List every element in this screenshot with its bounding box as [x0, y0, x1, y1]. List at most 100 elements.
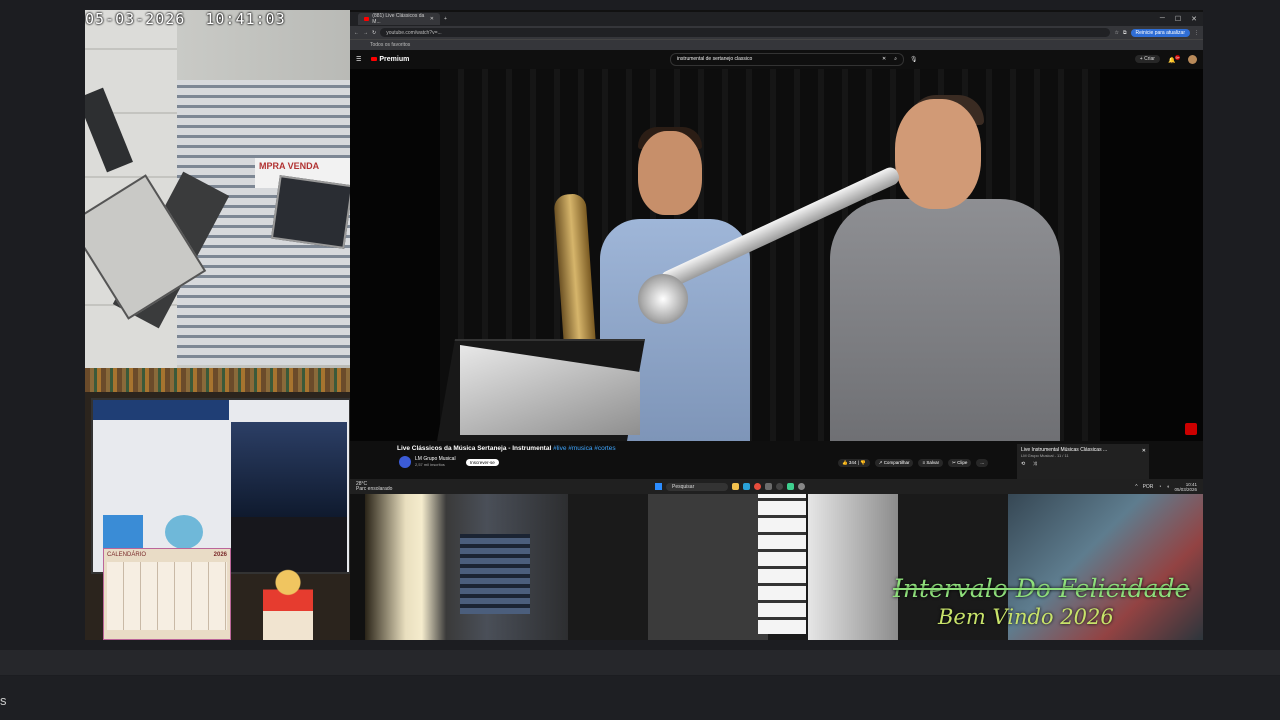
- start-menu-icon[interactable]: [655, 483, 662, 490]
- calendar-year: 2026: [213, 552, 227, 558]
- app-status-bar: [0, 650, 1280, 675]
- tray-chevron-icon[interactable]: ^: [1135, 484, 1137, 490]
- monitor-video: [231, 422, 347, 517]
- menu-kebab-icon[interactable]: ⋮: [1194, 30, 1199, 36]
- volume-icon[interactable]: ◖: [1166, 484, 1169, 490]
- new-tab-icon[interactable]: +: [444, 16, 447, 22]
- stream-canvas: MPRA VENDA 05-03-2026 10:41:03 (881) Liv…: [85, 10, 1203, 640]
- store-icon[interactable]: [765, 483, 772, 490]
- close-window-icon[interactable]: ✕: [1191, 15, 1197, 23]
- clock[interactable]: 10:41 05/03/2026: [1174, 482, 1197, 492]
- clear-search-icon[interactable]: ✕: [882, 56, 886, 62]
- video-player[interactable]: [350, 69, 1203, 441]
- save-button[interactable]: ≡ Salvar: [918, 459, 944, 467]
- reload-icon[interactable]: ↻: [372, 30, 376, 36]
- edge-icon[interactable]: [743, 483, 750, 490]
- video-title-text: Live Clássicos da Música Sertaneja - Ins…: [397, 445, 552, 452]
- monitor-webpage-header: [93, 400, 229, 420]
- camera-feed-workshop: MPRA VENDA 05-03-2026 10:41:03: [85, 10, 350, 368]
- camera-feed-room: [365, 494, 568, 640]
- share-label: Compartilhar: [883, 460, 910, 465]
- create-button[interactable]: + Criar: [1134, 55, 1160, 63]
- playlist-controls: ⟲ ⤨: [1021, 461, 1145, 467]
- overlay-title: Intervalo Do Felicidade: [893, 574, 1190, 603]
- app-bottom-panel: [0, 676, 1280, 720]
- camera-timestamp: 05-03-2026 10:41:03: [85, 10, 286, 28]
- shuffle-icon[interactable]: ⤨: [1033, 461, 1037, 467]
- channel-watermark-icon: [1185, 423, 1197, 435]
- notification-badge: 9+: [1175, 54, 1180, 60]
- search-query: instrumental de sertanejo classico: [677, 56, 753, 62]
- back-icon[interactable]: ←: [354, 30, 359, 36]
- video-actions: 👍 344 | 👎 ↗ Compartilhar ≡ Salvar ✂ Clip…: [838, 459, 989, 467]
- close-tab-icon[interactable]: ✕: [430, 16, 434, 22]
- youtube-header: ☰ Premium instrumental de sertanejo clas…: [350, 50, 1203, 68]
- search-icon[interactable]: ⌕: [894, 56, 897, 62]
- tab-youtube[interactable]: (881) Live Clássicos da M... ✕: [358, 13, 440, 25]
- taskbar-center: Pesquisar: [655, 482, 805, 491]
- playlist-channel: LM Grupo Musical - 11 / 11: [1021, 453, 1069, 458]
- maximize-icon[interactable]: ☐: [1175, 15, 1181, 23]
- notifications-bell-icon[interactable]: 🔔9+: [1168, 54, 1180, 64]
- mini-playlist-panel[interactable]: Live Instrumental Músicas Clássicas ... …: [1017, 444, 1149, 484]
- hanging-laptop-dark: [270, 175, 350, 249]
- extensions-icon[interactable]: ⧉: [1123, 30, 1127, 36]
- like-count: 344: [848, 460, 857, 465]
- microphone-icon[interactable]: 🎙: [910, 56, 918, 63]
- overlay-subtitle: Bem Vindo 2026: [938, 605, 1114, 629]
- hamburger-menu-icon[interactable]: ☰: [356, 56, 361, 63]
- video-hashtags[interactable]: #live #musica #cortes: [553, 445, 616, 452]
- clip-label: Clipe: [957, 460, 968, 465]
- youtube-brand: Premium: [379, 55, 410, 63]
- bookmark-item[interactable]: Todos os favoritos: [370, 42, 410, 48]
- account-avatar[interactable]: [1188, 54, 1197, 64]
- toy-figure: [263, 568, 313, 640]
- clip-button[interactable]: ✂ Clipe: [948, 459, 972, 467]
- youtube-search-input[interactable]: instrumental de sertanejo classico ✕ ⌕: [670, 52, 904, 66]
- monitor-dark-panel: [231, 517, 347, 572]
- windows-taskbar: 28°C Parc ensolarado Pesquisar ^ POR ◔ ◖…: [350, 479, 1203, 494]
- wall-calendar: CALENDÁRIO 2026: [103, 548, 231, 640]
- channel-info: LM Grupo Musical 2,57 mil inscritos: [415, 456, 456, 468]
- obs-icon[interactable]: [776, 483, 783, 490]
- subscribe-button[interactable]: Inscrever-se: [466, 459, 499, 466]
- minimize-icon[interactable]: ─: [1160, 15, 1165, 23]
- bottom-edge-label: s: [0, 693, 7, 708]
- url-field[interactable]: youtube.com/watch?v=...: [380, 28, 1111, 37]
- tab-title: (881) Live Clássicos da M...: [372, 13, 425, 25]
- close-playlist-icon[interactable]: ✕: [1142, 448, 1146, 454]
- calendar-grid: [107, 562, 227, 630]
- language-indicator[interactable]: POR: [1143, 484, 1154, 490]
- clock-date: 05/03/2026: [1174, 486, 1197, 492]
- youtube-play-icon: [371, 57, 378, 61]
- channel-avatar[interactable]: [399, 456, 411, 468]
- barred-window: [758, 494, 806, 634]
- file-explorer-icon[interactable]: [732, 483, 739, 490]
- subscriber-count: 2,57 mil inscritos: [415, 462, 445, 467]
- wifi-icon[interactable]: ◔: [1158, 484, 1161, 490]
- create-label: Criar: [1144, 56, 1155, 62]
- chrome-icon[interactable]: [754, 483, 761, 490]
- update-button[interactable]: Reinicie para atualizar: [1130, 28, 1190, 37]
- youtube-logo[interactable]: Premium: [371, 56, 409, 63]
- tab-strip: (881) Live Clássicos da M... ✕ + ─ ☐ ✕: [350, 12, 1203, 26]
- bookmark-star-icon[interactable]: ☆: [1114, 30, 1118, 36]
- loop-icon[interactable]: ⟲: [1021, 461, 1025, 467]
- address-bar-row: ← → ↻ youtube.com/watch?v=... ☆ ⧉ Reinic…: [350, 26, 1203, 39]
- share-button[interactable]: ↗ Compartilhar: [874, 459, 914, 467]
- more-actions-button[interactable]: ...: [976, 459, 989, 467]
- weather-widget[interactable]: 28°C Parc ensolarado: [356, 481, 393, 492]
- bookshelf: [85, 368, 350, 392]
- weather-desc: Parc ensolarado: [356, 485, 393, 492]
- like-button[interactable]: 👍 344 | 👎: [838, 459, 870, 467]
- monitor-cross-icon: [103, 515, 143, 549]
- forward-icon[interactable]: →: [363, 30, 368, 36]
- taskbar-search[interactable]: Pesquisar: [666, 482, 728, 491]
- room-screen: [460, 534, 530, 614]
- window-controls: ─ ☐ ✕: [1160, 15, 1197, 23]
- app-icon[interactable]: [787, 483, 794, 490]
- youtube-header-right: + Criar 🔔9+: [1134, 54, 1197, 64]
- browser-window: (881) Live Clássicos da M... ✕ + ─ ☐ ✕ ←…: [350, 12, 1203, 494]
- settings-gear-icon[interactable]: [798, 483, 805, 490]
- trumpet-bell: [638, 274, 688, 324]
